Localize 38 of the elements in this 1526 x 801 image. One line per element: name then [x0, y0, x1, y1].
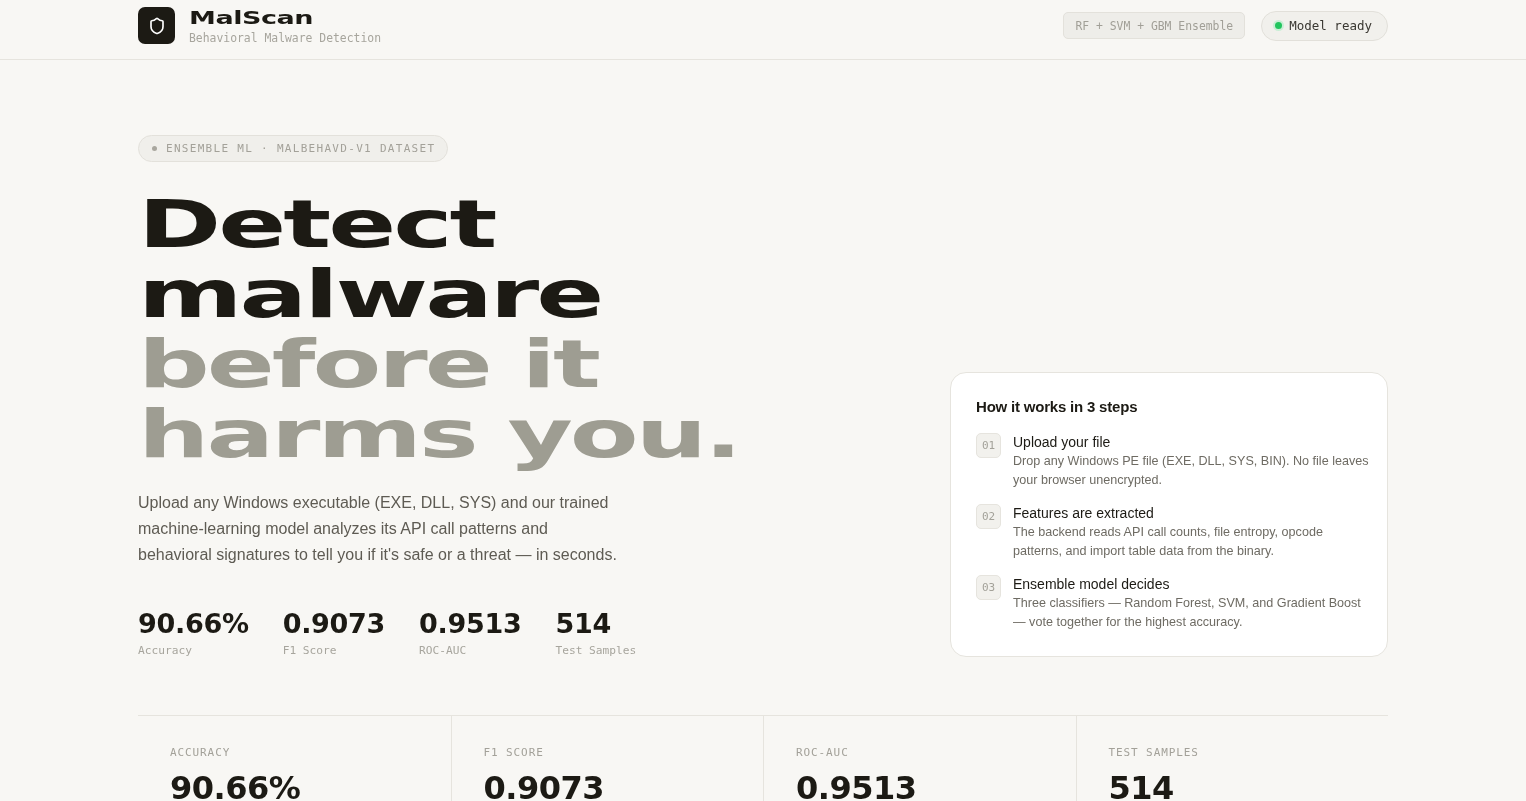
metric-value: 0.9073	[483, 772, 605, 801]
step-number: 02	[976, 504, 1001, 529]
metric-label: ACCURACY	[170, 746, 232, 759]
status-label: Model ready	[1289, 18, 1372, 33]
step-title: Ensemble model decides	[1013, 575, 1171, 593]
hero-description: Upload any Windows executable (EXE, DLL, SYS) and our trained machine-learning model analyzes its API call patterns and behavioral signatures to tell you if it's safe or a threat — in seconds.	[138, 493, 618, 565]
dot-icon	[152, 146, 157, 151]
step-title: Features are extracted	[1013, 504, 1155, 522]
stat-value: 0.9513	[419, 610, 522, 637]
step-description: Drop any Windows PE file (EXE, DLL, SYS, BIN). No file leaves your browser unencrypted.	[1013, 453, 1370, 489]
step-number: 01	[976, 433, 1001, 458]
stat-value: 0.9073	[282, 610, 386, 637]
stat-label: F1 Score	[282, 644, 338, 657]
step-description: The backend reads API call counts, file entropy, opcode patterns, and import table data from the binary.	[1013, 524, 1324, 560]
headline-line: before it	[138, 330, 598, 400]
headline-line: Detect	[138, 190, 495, 260]
metric-value: 0.9513	[796, 772, 918, 801]
stat-value: 514	[555, 610, 612, 637]
step-number: 03	[976, 575, 1001, 600]
metric-value: 514	[1108, 772, 1175, 801]
app-title: MalScan	[189, 9, 314, 26]
shield-icon	[138, 7, 175, 44]
step-title: Upload your file	[1013, 433, 1112, 451]
metric-value: 90.66%	[170, 772, 302, 801]
metric-label: F1 SCORE	[483, 746, 545, 759]
stat-label: ROC-AUC	[419, 644, 468, 657]
headline-line: harms you.	[138, 400, 740, 470]
headline-line: malware	[138, 260, 602, 330]
stat-value: 90.66%	[138, 610, 249, 637]
model-tag: RF + SVM + GBM Ensemble	[1063, 12, 1246, 39]
metric-label: ROC-AUC	[796, 746, 850, 759]
stat-label: Test Samples	[555, 644, 637, 657]
step-description: Three classifiers — Random Forest, SVM, and Gradient Boost — vote together for the highest accuracy.	[1013, 595, 1362, 631]
app-subtitle: Behavioral Malware Detection	[189, 31, 382, 44]
dataset-label: ENSEMBLE ML · MALBEHAVD-V1 DATASET	[166, 142, 436, 155]
card-title: How it works in 3 steps	[976, 398, 1139, 416]
stat-label: Accuracy	[138, 644, 193, 657]
metric-label: TEST SAMPLES	[1108, 746, 1200, 759]
